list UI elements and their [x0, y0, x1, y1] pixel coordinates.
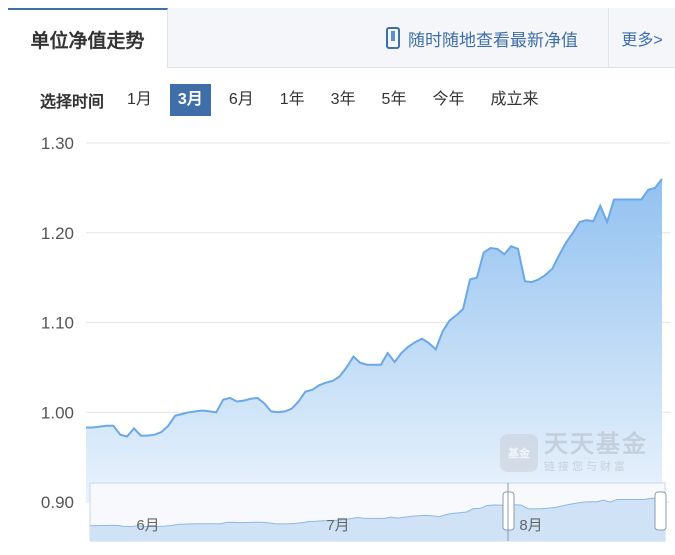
- watermark-subtitle: 链接您与财富: [544, 461, 628, 473]
- y-tick-label: 1.00: [41, 403, 74, 422]
- navigator-right-handle[interactable]: [654, 491, 667, 531]
- tiantian-fund-watermark: 基金 天天基金 链接您与财富: [500, 432, 648, 474]
- navigator-month-label: 6月: [136, 517, 159, 534]
- navigator-month-label: 7月: [326, 517, 349, 534]
- y-tick-label: 0.90: [41, 493, 74, 512]
- y-tick-label: 1.30: [41, 134, 74, 153]
- fund-logo-icon: 基金: [500, 434, 538, 472]
- y-tick-label: 1.10: [41, 314, 74, 333]
- navigator-month-label: 8月: [519, 517, 542, 534]
- range-navigator[interactable]: [89, 482, 667, 542]
- watermark-title: 天天基金: [544, 431, 648, 458]
- y-tick-label: 1.20: [41, 224, 74, 243]
